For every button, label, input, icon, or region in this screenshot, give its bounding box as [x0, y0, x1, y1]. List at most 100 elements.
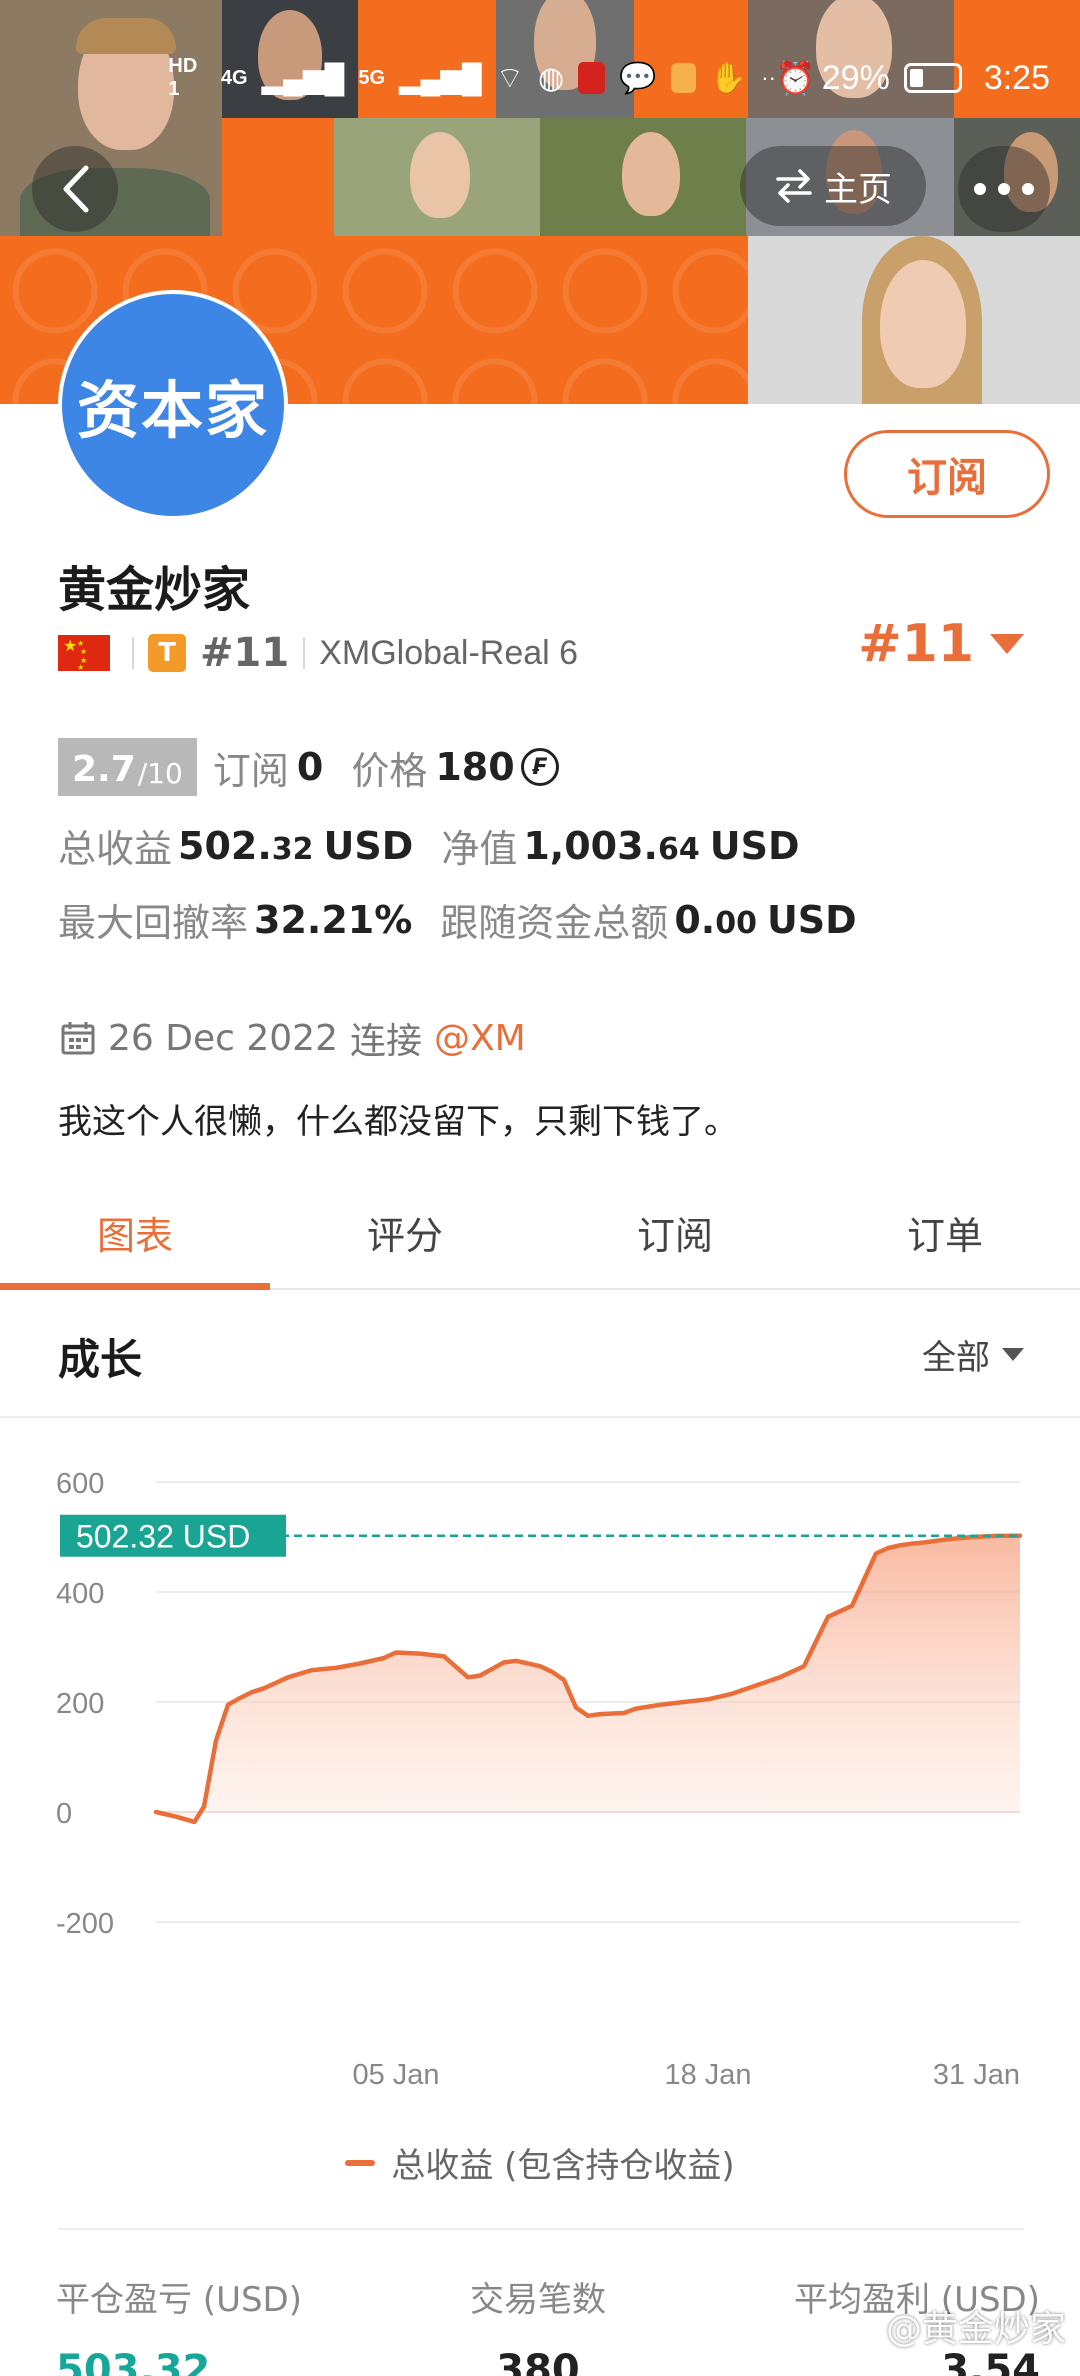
network-5g-icon: 5G	[358, 66, 386, 89]
profile-name: 黄金炒家	[58, 562, 251, 618]
badge-row: ★ ★ ★ ★ ★ T #11 XMGlobal-Real 6	[58, 628, 578, 678]
rank-label: #11	[200, 630, 290, 676]
tier-badge: T	[148, 634, 186, 672]
home-label: 主页	[824, 169, 892, 210]
chart-legend: 总收益 (包含持仓收益)	[0, 2138, 1080, 2187]
growth-header: 成长 全部	[0, 1290, 1080, 1418]
score-badge: 2.7/10	[58, 738, 197, 796]
divider	[58, 2228, 1024, 2230]
bio-text: 我这个人很懒，什么都没留下，只剩下钱了。	[58, 1102, 738, 1142]
connection-row: 26 Dec 2022 连接 @XM	[60, 1012, 526, 1064]
banner-photo-woman-blonde	[334, 118, 540, 236]
score-value: 2.7	[72, 749, 136, 790]
back-button[interactable]	[32, 146, 118, 232]
calendar-icon	[61, 1022, 95, 1055]
divider	[132, 637, 134, 669]
follow-funds-value: 0.00	[674, 897, 757, 942]
x-tick-label: 18 Jan	[664, 2059, 751, 2091]
metric-trades: 交易笔数 380	[470, 2272, 606, 2376]
trades-value: 380	[496, 2347, 580, 2376]
server-name: XMGlobal-Real 6	[319, 633, 579, 672]
closed-pnl-value: 503.32	[56, 2347, 211, 2376]
message-icon: 💬	[619, 61, 657, 95]
subscribe-button[interactable]: 订阅	[844, 430, 1050, 518]
signal-icon: ▂▄▆█	[261, 62, 345, 94]
max-drawdown-label: 最大回撤率	[58, 901, 249, 945]
connection-label: 连接	[349, 1021, 422, 1062]
banner-photo-woman-brunette	[540, 118, 746, 236]
equity-label: 净值	[441, 827, 518, 871]
home-button[interactable]: 主页	[740, 146, 926, 226]
more-dots-icon: ··	[761, 65, 776, 90]
growth-chart[interactable]: 600 400 200 0 -200 05 Jan 18 Jan 31 Jan 502.32…	[0, 1418, 1080, 2158]
caret-down-icon	[990, 634, 1024, 654]
growth-title: 成长	[58, 1335, 143, 1384]
battery-percent: 29%	[821, 58, 890, 97]
status-bar: HD 1 4G ▂▄▆█ 5G ▂▄▆█ ⌔ ◍ 💬 ✋ ·· ⏰ 29% 3:…	[168, 48, 1050, 108]
switch-arrows-icon	[776, 169, 812, 203]
wifi-icon: ⌔	[495, 62, 524, 95]
closed-pnl-label: 平仓盈亏 (USD)	[56, 2280, 302, 2320]
x-tick-label: 05 Jan	[352, 2059, 439, 2091]
range-dropdown[interactable]: 全部	[922, 1330, 1024, 1379]
hand-icon: ✋	[709, 61, 748, 95]
tab-chart[interactable]: 图表	[0, 1176, 270, 1290]
caret-down-icon	[1002, 1348, 1024, 1361]
x-tick-label: 31 Jan	[933, 2059, 1020, 2091]
total-profit-unit: USD	[323, 823, 414, 868]
subscriptions-value: 0	[296, 745, 324, 789]
price-value: 180	[435, 745, 515, 789]
follow-funds-unit: USD	[766, 897, 857, 942]
broker-link[interactable]: @XM	[434, 1018, 526, 1059]
cup-icon	[670, 63, 696, 93]
banner-photo-woman-laughing	[748, 236, 1080, 404]
legend-label: 总收益 (包含持仓收益)	[391, 2146, 735, 2186]
chevron-left-icon	[63, 165, 89, 213]
divider	[303, 637, 306, 669]
connection-date: 26 Dec 2022	[108, 1017, 338, 1059]
more-options-button[interactable]	[958, 146, 1050, 232]
metric-closed-pnl: 平仓盈亏 (USD) 503.32	[56, 2272, 302, 2376]
y-tick-label: 200	[56, 1688, 104, 1720]
x-axis-ticks: 05 Jan 18 Jan 31 Jan	[352, 2059, 1020, 2091]
legend-swatch	[345, 2159, 376, 2166]
y-tick-label: 0	[56, 1798, 72, 1830]
tab-orders[interactable]: 订单	[810, 1176, 1080, 1288]
max-drawdown-value: 32.21%	[254, 897, 413, 942]
coin-icon: ₣	[520, 748, 559, 786]
rank-big-value: #11	[858, 614, 974, 674]
stats-line-3: 最大回撤率 32.21% 跟随资金总额 0.00 USD	[58, 892, 857, 947]
equity-value: 1,003.64	[523, 823, 700, 868]
stats-line-2: 总收益 502.32 USD 净值 1,003.64 USD	[58, 818, 800, 873]
china-flag-icon: ★ ★ ★ ★ ★	[58, 635, 110, 672]
clock: 3:25	[983, 58, 1050, 97]
notification-icon: ◍	[537, 61, 565, 95]
signal-icon-2: ▂▄▆█	[399, 62, 482, 94]
app-icon	[578, 62, 606, 94]
hd1-indicator: HD 1	[168, 55, 198, 100]
equity-unit: USD	[709, 823, 800, 868]
status-icons: HD 1 4G ▂▄▆█ 5G ▂▄▆█ ⌔ ◍ 💬 ✋ ··	[168, 55, 776, 101]
tab-bar: 图表 评分 订阅 订单	[0, 1176, 1080, 1290]
network-4g-icon: 4G	[220, 66, 248, 89]
y-tick-label: 600	[56, 1468, 104, 1500]
alarm-icon: ⏰	[775, 60, 816, 96]
subscriptions-label: 订阅	[212, 748, 289, 793]
avatar[interactable]: 资本家	[58, 290, 288, 520]
current-value-tag: 502.32 USD	[60, 1514, 286, 1557]
rank-dropdown[interactable]: #11	[858, 614, 1024, 674]
total-profit-label: 总收益	[58, 827, 173, 871]
current-value-label: 502.32 USD	[76, 1519, 250, 1555]
tab-rating[interactable]: 评分	[270, 1176, 540, 1288]
y-tick-label: 400	[56, 1578, 104, 1610]
avatar-text: 资本家	[76, 374, 269, 447]
tab-subscriptions[interactable]: 订阅	[540, 1176, 810, 1288]
trades-label: 交易笔数	[470, 2280, 606, 2320]
battery-icon	[903, 63, 962, 93]
stats-line-1: 2.7/10 订阅 0 价格 180 ₣	[58, 738, 559, 796]
more-dots-icon	[974, 183, 1034, 195]
y-tick-label: -200	[56, 1908, 114, 1940]
price-label: 价格	[351, 748, 428, 793]
total-profit-value: 502.32	[178, 823, 314, 868]
watermark: @黄金炒家	[885, 2309, 1066, 2350]
